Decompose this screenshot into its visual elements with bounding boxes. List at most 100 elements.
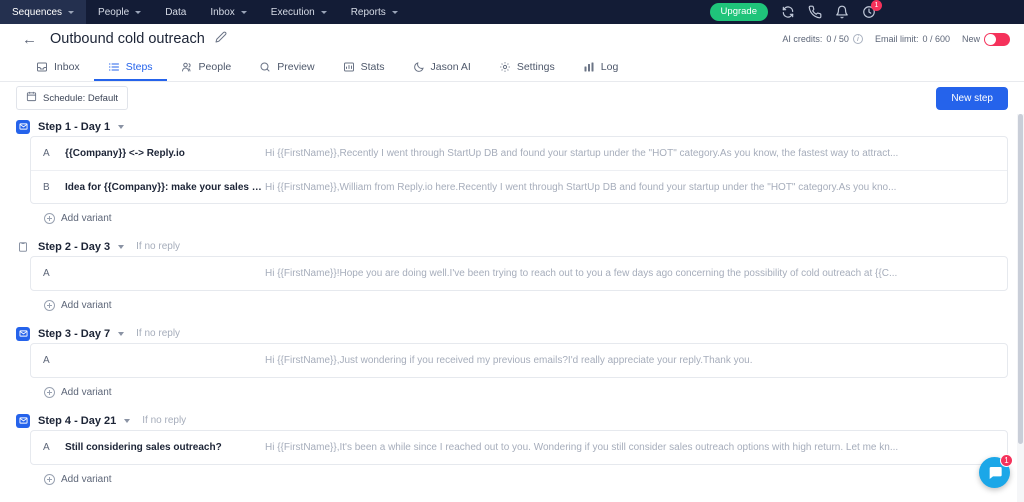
variant-letter: A <box>43 148 50 159</box>
top-navigation-bar: Sequences People Data Inbox Execution Reports… <box>0 0 1024 24</box>
tab-label: Settings <box>516 60 555 73</box>
ai-credits-label: AI credits: <box>782 34 823 44</box>
new-step-button[interactable]: New step <box>936 86 1008 110</box>
history-icon[interactable]: 1 <box>862 0 882 19</box>
variants-card: A Hi {{FirstName}}!Hope you are doing wel… <box>30 256 1008 291</box>
chevron-down-icon[interactable] <box>118 124 125 129</box>
top-nav-item-reports[interactable]: Reports <box>339 0 410 24</box>
tab-steps[interactable]: Steps <box>93 54 167 81</box>
step-block: Step 2 - Day 3 If no reply A Hi {{FirstName… <box>16 234 1008 321</box>
schedule-label: Schedule: Default <box>43 92 118 104</box>
step-label: Step 2 - Day 3 <box>38 240 111 253</box>
variant-preview: Hi {{FirstName}},William from Reply.io h… <box>265 181 897 193</box>
add-variant-button[interactable]: Add variant <box>44 465 112 495</box>
variant-row[interactable]: B Idea for {{Company}}: make your sales b… <box>31 170 1007 203</box>
variant-letter: A <box>43 268 50 279</box>
chat-bubble-icon <box>989 466 1002 479</box>
vertical-scrollbar-thumb[interactable] <box>1018 114 1023 444</box>
step-block: Step 3 - Day 7 If no reply A Hi {{FirstName… <box>16 321 1008 408</box>
chevron-down-icon[interactable] <box>118 331 125 336</box>
ai-credits-value: 0 / 50 <box>826 34 849 44</box>
header-meta: AI credits: 0 / 50 i Email limit: 0 / 60… <box>782 32 1010 46</box>
tab-preview[interactable]: Preview <box>245 54 328 81</box>
steps-list: Step 1 - Day 1 A {{Company}} <-> Reply.io H… <box>0 114 1024 502</box>
step-header: Step 1 - Day 1 <box>16 114 1008 136</box>
back-arrow-icon[interactable]: ← <box>22 32 37 47</box>
top-nav-item-inbox[interactable]: Inbox <box>198 0 258 24</box>
top-nav-item-data[interactable]: Data <box>153 0 198 24</box>
top-nav-items: Sequences People Data Inbox Execution Reports <box>0 0 410 24</box>
chat-launcher-button[interactable]: 1 <box>979 454 1013 488</box>
tab-people[interactable]: People <box>167 54 246 81</box>
new-label: New <box>961 34 980 44</box>
step-block: Step 4 - Day 21 If no reply A Still conside… <box>16 408 1008 495</box>
schedule-selector[interactable]: Schedule: Default <box>16 86 128 110</box>
step-condition: If no reply <box>142 415 187 426</box>
variant-row[interactable]: A Hi {{FirstName}},Just wondering if you … <box>31 344 1007 377</box>
top-nav-item-label: Reports <box>350 6 386 18</box>
bars-icon <box>583 61 595 73</box>
top-nav-item-execution[interactable]: Execution <box>259 0 339 24</box>
tab-jason-ai[interactable]: Jason AI <box>399 54 485 81</box>
people-icon <box>181 61 193 73</box>
tab-label: People <box>198 60 232 73</box>
variant-row[interactable]: A {{Company}} <-> Reply.io Hi {{FirstName}… <box>31 137 1007 170</box>
tab-label: Inbox <box>54 60 80 73</box>
chevron-down-icon <box>391 10 398 14</box>
tab-label: Preview <box>277 60 315 73</box>
tab-label: Steps <box>125 60 153 73</box>
stats-icon <box>343 61 355 73</box>
tab-log[interactable]: Log <box>569 54 633 81</box>
page-header: ← Outbound cold outreach AI credits: 0 /… <box>0 24 1024 54</box>
variant-row[interactable]: A Hi {{FirstName}}!Hope you are doing wel… <box>31 257 1007 290</box>
variant-subject: {{Company}} <-> Reply.io <box>65 148 185 159</box>
phone-icon[interactable] <box>808 5 822 19</box>
page-title: Outbound cold outreach <box>50 31 205 47</box>
steps-icon <box>108 61 120 73</box>
variant-subject: Still considering sales outreach? <box>65 442 222 453</box>
step-condition: If no reply <box>136 241 181 252</box>
top-nav-item-people[interactable]: People <box>86 0 153 24</box>
email-step-icon <box>16 326 30 341</box>
bell-icon[interactable] <box>835 5 849 19</box>
steps-toolbar: Schedule: Default New step <box>0 82 1024 114</box>
sequence-tabs: Inbox Steps People Preview Stats Jason AI Sett… <box>0 54 1024 82</box>
gear-icon <box>499 61 511 73</box>
add-variant-label: Add variant <box>61 474 112 485</box>
tab-stats[interactable]: Stats <box>329 54 399 81</box>
chat-badge: 1 <box>1000 454 1013 467</box>
new-toggle[interactable] <box>984 32 1010 46</box>
add-variant-button[interactable]: Add variant <box>44 378 112 408</box>
pencil-icon[interactable] <box>215 30 227 48</box>
variants-card: A {{Company}} <-> Reply.io Hi {{FirstName}… <box>30 136 1008 204</box>
tab-inbox[interactable]: Inbox <box>22 54 94 81</box>
info-icon[interactable]: i <box>852 34 863 44</box>
vertical-scrollbar-track[interactable] <box>1017 114 1024 502</box>
chevron-down-icon <box>240 10 247 14</box>
email-step-icon <box>16 413 30 428</box>
top-nav-item-label: Data <box>165 6 187 18</box>
plus-circle-icon <box>44 387 55 398</box>
sync-icon[interactable] <box>781 5 795 19</box>
top-nav-actions: Upgrade 1 <box>709 0 1012 21</box>
step-header: Step 2 - Day 3 If no reply <box>16 234 1008 256</box>
add-variant-button[interactable]: Add variant <box>44 204 112 234</box>
inbox-icon <box>36 61 48 73</box>
variant-letter: A <box>43 442 50 453</box>
upgrade-button[interactable]: Upgrade <box>709 3 768 21</box>
step-header: Step 4 - Day 21 If no reply <box>16 408 1008 430</box>
tab-settings[interactable]: Settings <box>485 54 569 81</box>
step-condition: If no reply <box>136 328 181 339</box>
add-variant-button[interactable]: Add variant <box>44 291 112 321</box>
new-toggle-group: New <box>961 32 1010 46</box>
history-badge: 1 <box>871 0 882 11</box>
calendar-icon <box>26 91 37 105</box>
top-nav-item-sequences[interactable]: Sequences <box>0 0 87 24</box>
chevron-down-icon[interactable] <box>124 418 131 423</box>
variant-row[interactable]: A Still considering sales outreach? Hi {{F… <box>31 431 1007 464</box>
step-label: Step 3 - Day 7 <box>38 327 111 340</box>
step-header: Step 3 - Day 7 If no reply <box>16 321 1008 343</box>
add-variant-label: Add variant <box>61 300 112 311</box>
plus-circle-icon <box>44 300 55 311</box>
chevron-down-icon[interactable] <box>118 244 125 249</box>
